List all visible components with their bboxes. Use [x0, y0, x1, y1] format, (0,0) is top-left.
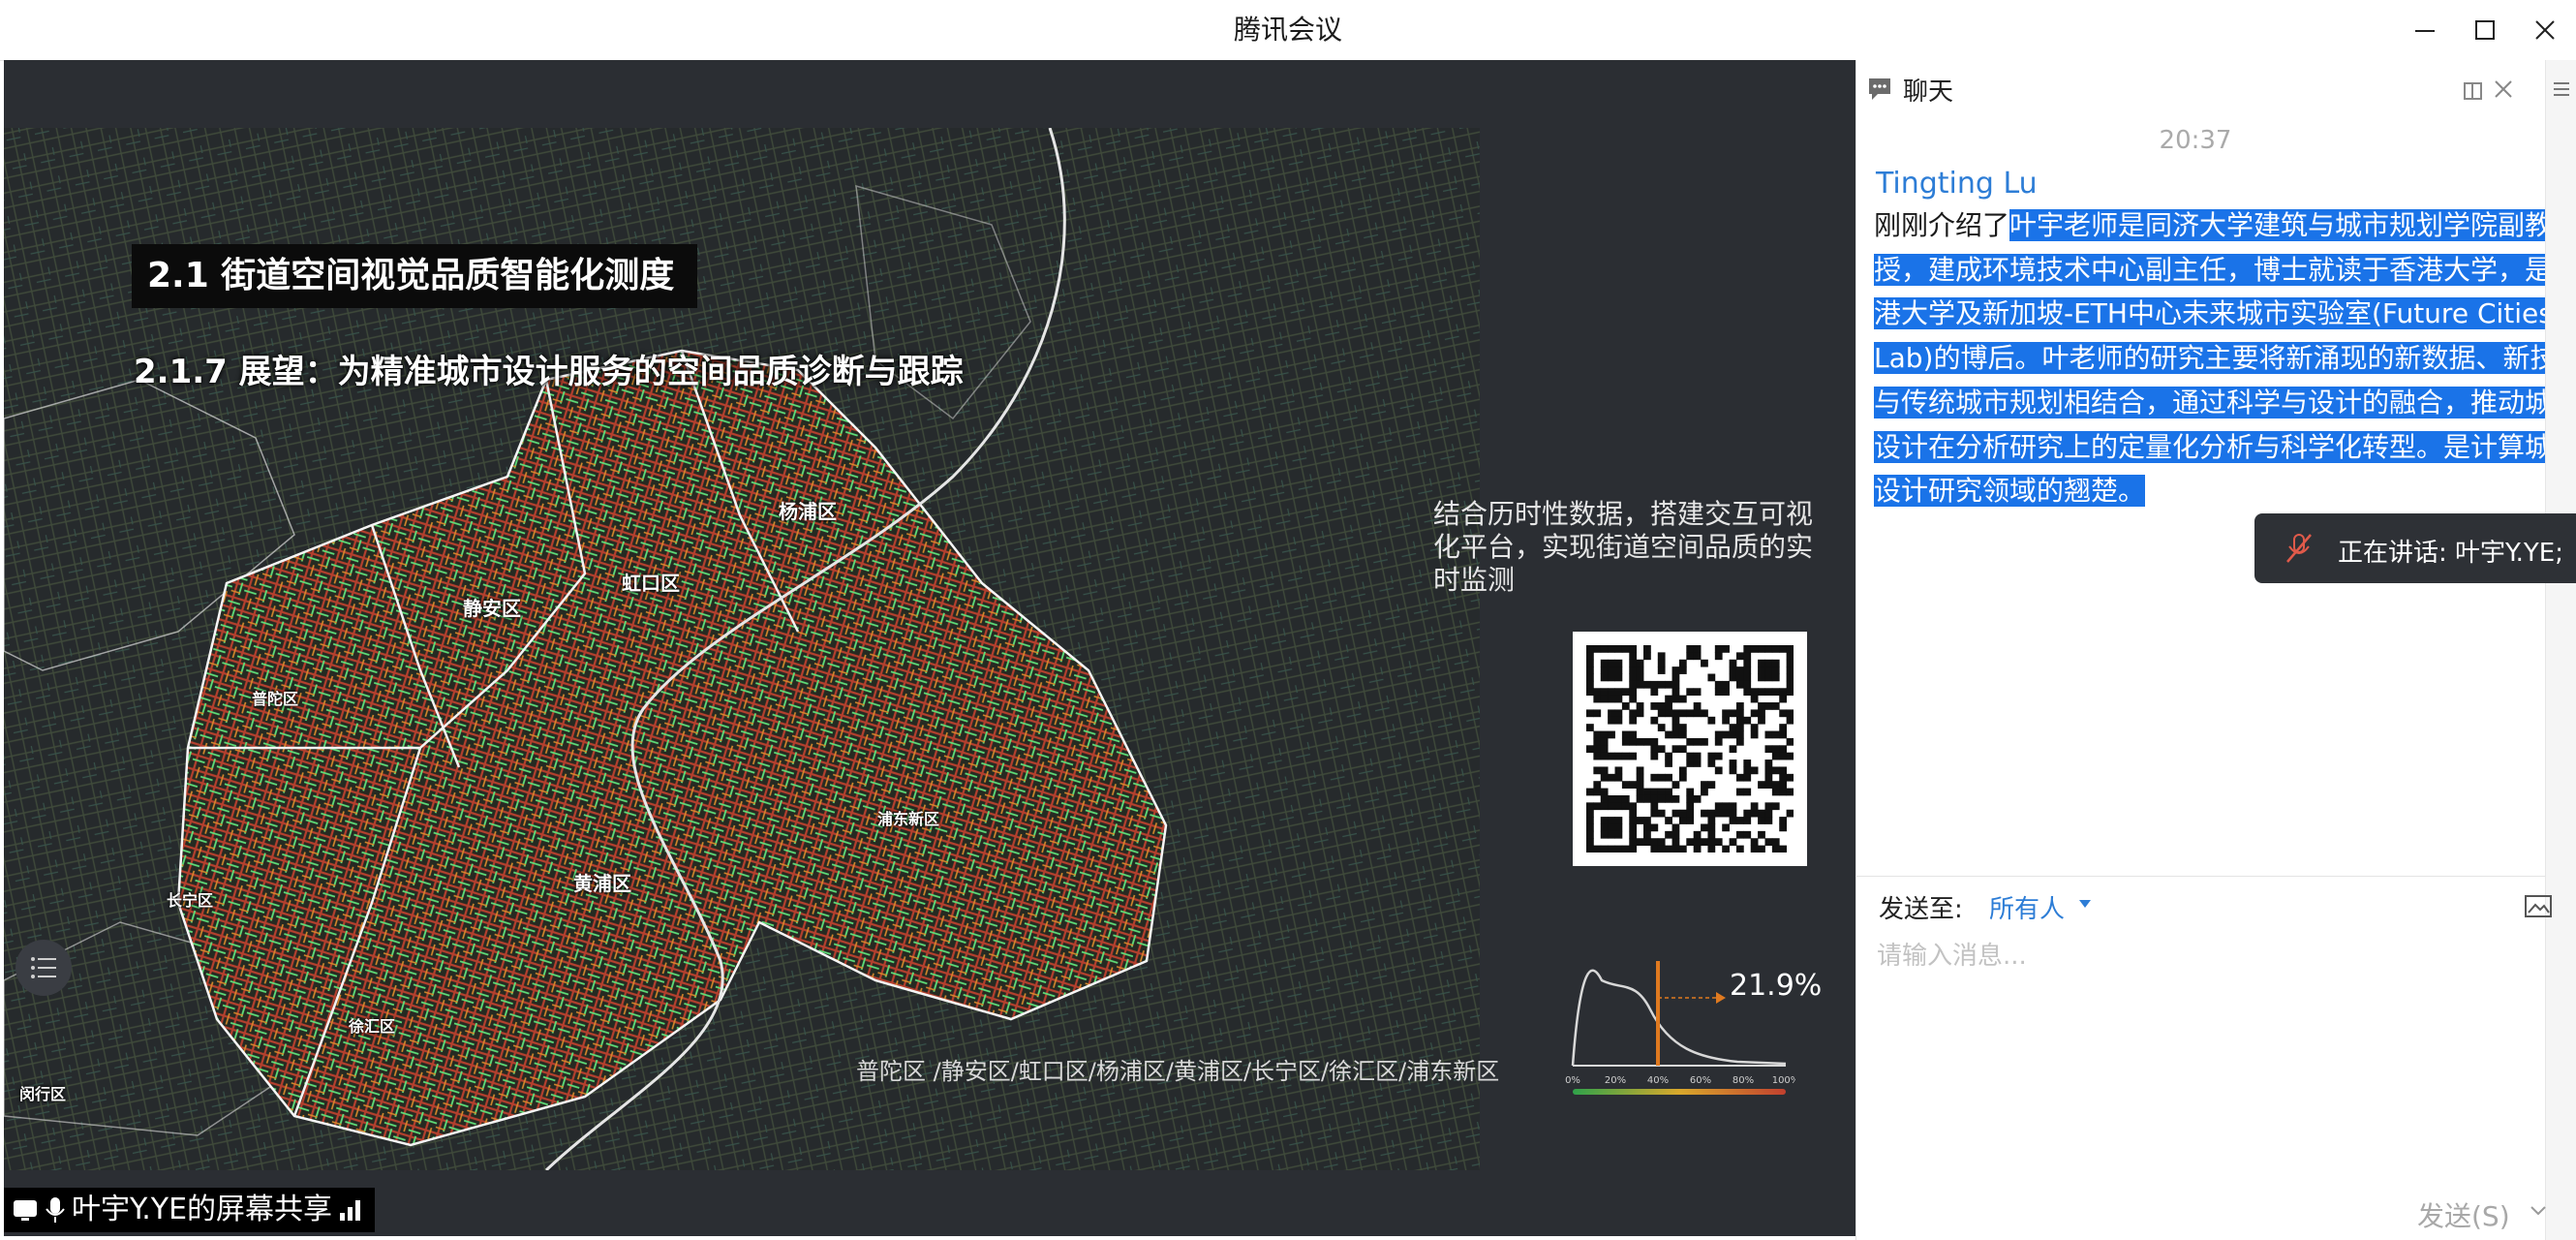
speaking-text: 正在讲话: 叶宇Y.YE; [2338, 539, 2563, 568]
district-label-yangpu: 杨浦区 [779, 500, 837, 523]
district-label-xuhui: 徐汇区 [349, 1017, 396, 1036]
message-plain-text: 刚刚介绍了 [1874, 209, 2010, 241]
shared-screen: 2.1 街道空间视觉品质智能化测度 2.1.7 展望：为精准城市设计服务的空间品… [4, 60, 1855, 1236]
maximize-button[interactable] [2464, 10, 2506, 50]
caret-down-icon[interactable] [2078, 899, 2092, 909]
quality-distribution-chart: 0% 20% 40% 60% 80% 100% [1565, 961, 1795, 1095]
close-icon [2535, 20, 2555, 40]
slide-description: 结合历时性数据，搭建交互可视化平台，实现街道空间品质的实时监测 [1433, 498, 1814, 596]
minimize-button[interactable] [2404, 10, 2446, 50]
message-input[interactable] [1875, 936, 2518, 976]
mic-muted-icon [2286, 534, 2312, 563]
window-title: 腾讯会议 [1233, 14, 1342, 46]
menu-icon[interactable] [2550, 78, 2573, 101]
x-tick-label: 20% [1605, 1075, 1626, 1086]
toc-button[interactable] [15, 940, 72, 996]
title-bar: 腾讯会议 [0, 0, 2576, 61]
qr-code-image [1586, 645, 1794, 852]
screen-share-icon [14, 1200, 37, 1221]
qr-code [1573, 632, 1807, 866]
district-label-jingan: 静安区 [463, 597, 521, 620]
signal-icon [340, 1200, 361, 1221]
chat-header: 聊天 [1856, 60, 2576, 118]
district-label-changning: 长宁区 [167, 891, 214, 910]
district-label-putuo: 普陀区 [252, 690, 299, 708]
chat-title: 聊天 [1903, 78, 1954, 107]
district-label-huangpu: 黄浦区 [573, 872, 631, 895]
message-time: 20:37 [2159, 126, 2232, 155]
x-tick-label: 60% [1690, 1075, 1711, 1086]
minimize-icon [2415, 30, 2435, 32]
composer-divider [1855, 876, 2545, 877]
chevron-down-icon[interactable] [2530, 1205, 2547, 1217]
chat-icon [1869, 78, 1890, 100]
message-sender: Tingting Lu [1876, 167, 2038, 201]
screen-share-label: 叶宇Y.YE的屏幕共享 [72, 1193, 333, 1226]
image-icon[interactable] [2524, 893, 2555, 920]
send-to-select[interactable]: 所有人 [1989, 889, 2065, 925]
district-label-minhang: 闵行区 [19, 1085, 67, 1103]
send-to-label: 发送至: [1879, 895, 1963, 924]
message-selected-text: 叶宇老师是同济大学建筑与城市规划学院副教授，建成环境技术中心副主任，博士就读于香… [1874, 209, 2576, 508]
x-tick-label: 80% [1733, 1075, 1754, 1086]
side-strip [2545, 60, 2576, 1240]
slide-caption: 普陀区 /静安区/虹口区/杨浦区/黄浦区/长宁区/徐汇区/浦东新区 [856, 1058, 1500, 1085]
popout-icon[interactable] [2463, 79, 2486, 103]
marker-arrow [1716, 992, 1726, 1004]
chat-panel: 聊天 20:37 Tingting Lu 刚刚介绍了叶宇老师是同济大学建筑与城市… [1855, 60, 2576, 1240]
mic-icon [46, 1197, 65, 1223]
screen-share-tag: 叶宇Y.YE的屏幕共享 [4, 1188, 376, 1232]
district-label-pudong: 浦东新区 [877, 810, 940, 828]
panel-close-icon[interactable] [2492, 78, 2515, 101]
x-tick-label: 0% [1565, 1075, 1580, 1086]
slide-heading: 2.1 街道空间视觉品质智能化测度 [132, 244, 698, 308]
slide-subheading: 2.1.7 展望：为精准城市设计服务的空间品质诊断与跟踪 [134, 353, 964, 391]
maximize-icon [2475, 20, 2495, 40]
send-button[interactable]: 发送(S) [2417, 1195, 2510, 1234]
x-tick-label: 100% [1772, 1075, 1795, 1086]
speaking-indicator: 正在讲话: 叶宇Y.YE; [2254, 513, 2576, 583]
presentation-slide: 2.1 街道空间视觉品质智能化测度 2.1.7 展望：为精准城市设计服务的空间品… [4, 128, 1480, 1170]
toc-list-icon [31, 957, 56, 978]
chart-annotation: 21.9% [1730, 969, 1823, 1003]
district-label-hongkou: 虹口区 [622, 572, 680, 595]
x-tick-label: 40% [1647, 1075, 1669, 1086]
close-button[interactable] [2524, 10, 2566, 50]
chat-message[interactable]: 刚刚介绍了叶宇老师是同济大学建筑与城市规划学院副教授，建成环境技术中心副主任，博… [1874, 203, 2576, 513]
color-scale-bar [1573, 1089, 1786, 1095]
